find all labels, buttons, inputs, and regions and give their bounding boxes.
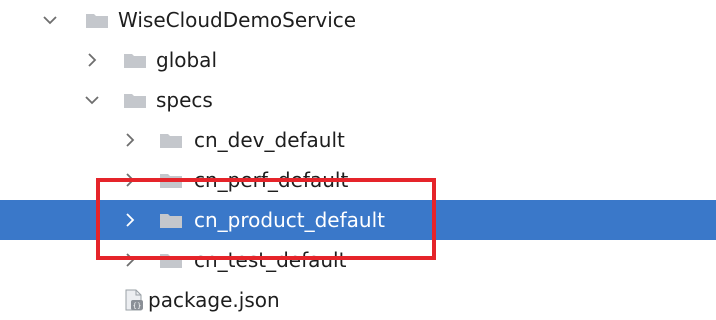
folder-icon	[160, 252, 182, 268]
folder-icon	[124, 92, 146, 108]
chevron-right-icon[interactable]	[120, 160, 140, 200]
tree-item-label: cn_product_default	[194, 208, 385, 232]
project-tree: WiseCloudDemoService global specs cn_dev…	[0, 0, 716, 320]
folder-icon	[160, 132, 182, 148]
tree-row-cn-dev-default[interactable]: cn_dev_default	[0, 120, 716, 160]
folder-icon	[160, 172, 182, 188]
chevron-right-icon[interactable]	[120, 200, 140, 240]
folder-icon	[160, 212, 182, 228]
tree-item-label: package.json	[148, 288, 280, 312]
tree-item-label: cn_perf_default	[194, 168, 349, 192]
tree-row-cn-product-default[interactable]: cn_product_default	[0, 200, 716, 240]
chevron-down-icon[interactable]	[82, 80, 102, 120]
folder-icon	[124, 52, 146, 68]
chevron-right-icon[interactable]	[120, 240, 140, 280]
svg-text:{}: {}	[133, 302, 142, 310]
tree-row-package-json[interactable]: {} package.json	[0, 280, 716, 320]
tree-item-label: cn_test_default	[194, 248, 347, 272]
tree-row-root[interactable]: WiseCloudDemoService	[0, 0, 716, 40]
json-file-icon: {}	[124, 289, 144, 311]
tree-row-specs[interactable]: specs	[0, 80, 716, 120]
chevron-right-icon[interactable]	[120, 120, 140, 160]
folder-icon	[86, 12, 108, 28]
chevron-down-icon[interactable]	[40, 0, 60, 40]
tree-row-cn-test-default[interactable]: cn_test_default	[0, 240, 716, 280]
tree-row-global[interactable]: global	[0, 40, 716, 80]
tree-row-cn-perf-default[interactable]: cn_perf_default	[0, 160, 716, 200]
tree-item-label: WiseCloudDemoService	[118, 8, 357, 32]
tree-item-label: specs	[156, 88, 213, 112]
chevron-right-icon[interactable]	[82, 40, 102, 80]
tree-item-label: global	[156, 48, 217, 72]
tree-item-label: cn_dev_default	[194, 128, 345, 152]
